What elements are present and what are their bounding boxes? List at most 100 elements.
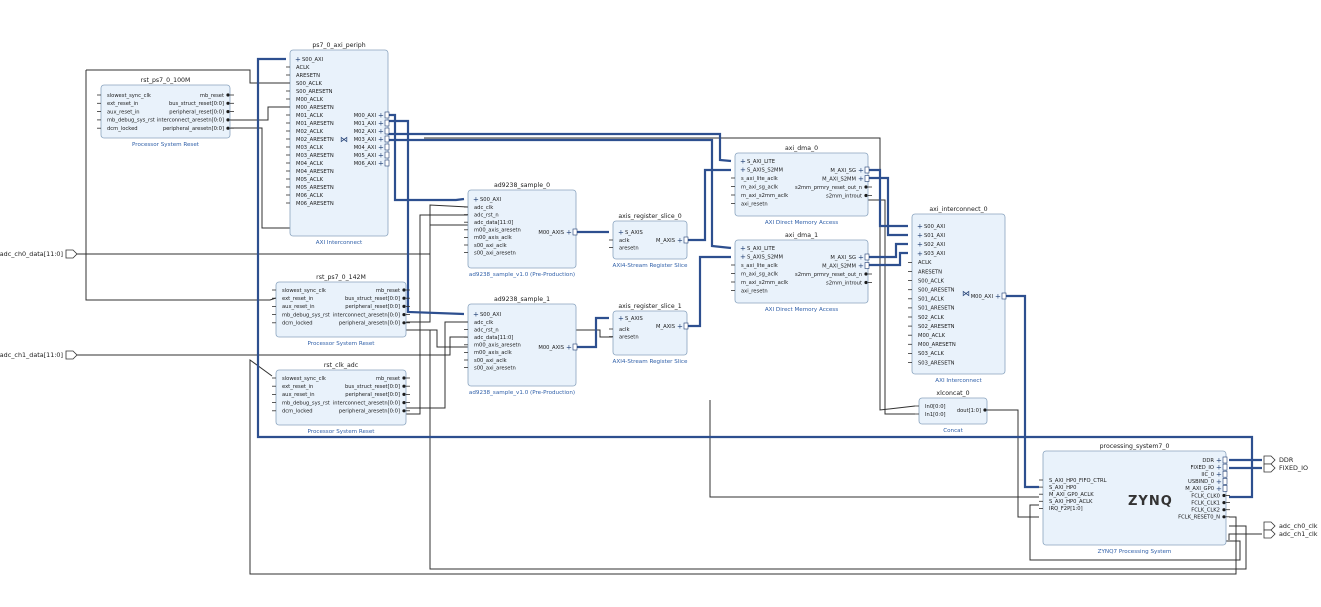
input-port-label: M04_ARESETN: [296, 169, 334, 175]
block-periph[interactable]: ps7_0_axi_periphAXI InterconnectS00_AXI+…: [286, 42, 390, 246]
input-port-label: ARESETN: [296, 73, 320, 79]
bus-plus-icon: +: [473, 311, 479, 319]
input-port-label: s_axi_lite_aclk: [741, 176, 778, 182]
bus-plus-icon: +: [566, 344, 572, 352]
bus-plus-icon: +: [473, 196, 479, 204]
block-subtitle: Processor System Reset: [308, 429, 376, 435]
input-port-label: S03_ARESETN: [918, 360, 955, 366]
input-port-label: ARESETN: [918, 269, 942, 275]
bus-plus-icon: +: [917, 232, 923, 240]
bus-plus-icon: +: [740, 253, 746, 261]
input-port-label: IRQ_F2P[1:0]: [1049, 506, 1083, 512]
bus-plus-icon: +: [917, 241, 923, 249]
output-port-label: bus_struct_reset[0:0]: [345, 384, 400, 390]
block-title: ad9238_sample_0: [494, 182, 550, 189]
input-port-label: m00_axis_aclk: [474, 350, 512, 356]
input-port-label: s00_axi_aresetn: [474, 250, 516, 256]
port-adc-ch0-clk[interactable]: adc_ch0_clk: [1263, 521, 1318, 531]
input-port-label: M00_ACLK: [296, 97, 324, 103]
input-port-label: s00_axi_aclk: [474, 243, 507, 249]
output-port-label: M01_AXI: [354, 121, 377, 127]
block-title: axi_dma_1: [785, 232, 818, 239]
input-port-label: aux_reset_in: [282, 392, 315, 398]
port-ddr[interactable]: DDR: [1263, 455, 1294, 465]
block-design-canvas[interactable]: rst_ps7_0_100M Processor System Reset slow…: [0, 0, 1321, 607]
input-port-label: ACLK: [918, 260, 932, 266]
input-port-label: adc_clk: [474, 205, 493, 211]
port-adc-ch0-data[interactable]: adc_ch0_data[11:0]: [0, 249, 78, 259]
input-port-label: ext_reset_in: [107, 101, 138, 107]
input-port-label: M00_ARESETN: [296, 105, 334, 111]
block-ps[interactable]: processing_system7_0 ZYNQ7 Processing Sys…: [1039, 443, 1230, 555]
input-port-label: m00_axis_aresetn: [474, 228, 521, 234]
output-port-label: s2mm_introut: [826, 193, 862, 199]
input-port-label: m_axi_s2mm_aclk: [741, 193, 788, 199]
input-port-label: M02_ARESETN: [296, 137, 334, 143]
input-port-label: S00_ARESETN: [296, 89, 333, 95]
bus-plus-icon: +: [378, 120, 384, 128]
block-concat[interactable]: xlconcat_0 Concat In0[0:0] In1[0:0] dout[1:0…: [915, 390, 991, 434]
output-port-label: interconnect_aresetn[0:0]: [333, 312, 400, 318]
bus-plus-icon: +: [917, 250, 923, 258]
block-rst100[interactable]: rst_ps7_0_100M Processor System Reset slow…: [97, 77, 234, 148]
input-port-label: axi_resetn: [741, 201, 768, 207]
input-port-label: M_AXI_GP0_ACLK: [1049, 492, 1094, 498]
port-label: adc_ch0_data[11:0]: [0, 250, 63, 258]
block-subtitle: AXI Interconnect: [935, 378, 982, 384]
output-port-label: FIXED_IO: [1190, 465, 1214, 471]
block-slice0[interactable]: axis_register_slice_0 AXI4-Stream Registe…: [609, 213, 689, 269]
block-slice1[interactable]: axis_register_slice_1 AXI4-Stream Registe…: [609, 303, 689, 365]
block-sample1[interactable]: ad9238_sample_1 ad9238_sample_v1.0 (Pre-P…: [464, 296, 578, 396]
block-rstadc[interactable]: rst_clk_adc Processor System Reset slowest…: [272, 362, 410, 435]
input-port-label: m_axi_s2mm_aclk: [741, 280, 788, 286]
input-port-label: slowest_sync_clk: [107, 93, 151, 99]
output-port-label: M_AXI_S2MM: [822, 176, 856, 182]
crossbar-icon: ⋈: [340, 135, 348, 144]
input-port-label: M01_ACLK: [296, 113, 324, 119]
input-port-label: aclk: [619, 327, 629, 333]
block-title: rst_ps7_0_142M: [316, 274, 366, 281]
input-port-label: slowest_sync_clk: [282, 376, 326, 382]
input-port-label: ext_reset_in: [282, 384, 313, 390]
port-adc-ch1-data[interactable]: adc_ch1_data[11:0]: [0, 350, 78, 360]
port-label: adc_ch0_clk: [1279, 522, 1318, 530]
output-port-label: DDR: [1202, 458, 1214, 464]
port-fixed-io[interactable]: FIXED_IO: [1263, 463, 1308, 473]
bus-plus-icon: +: [378, 144, 384, 152]
input-port-label: adc_rst_n: [474, 212, 499, 218]
bus-plus-icon: +: [566, 229, 572, 237]
input-port-label: M03_ARESETN: [296, 153, 334, 159]
block-ic0[interactable]: axi_interconnect_0 AXI Interconnect S00_AX…: [908, 206, 1007, 384]
output-port-label: M02_AXI: [354, 129, 377, 135]
bus-plus-icon: +: [858, 262, 864, 270]
input-port-label: mb_debug_sys_rst: [282, 312, 330, 318]
block-title: axis_register_slice_0: [618, 213, 681, 220]
block-subtitle: Processor System Reset: [308, 341, 376, 347]
input-port-label: M05_ARESETN: [296, 185, 334, 191]
output-port-label: mb_reset: [376, 376, 400, 382]
block-dma1[interactable]: axi_dma_1 AXI Direct Memory Access S_AXI_L…: [731, 232, 872, 313]
input-port-label: S00_ARESETN: [918, 288, 955, 294]
bus-port-label: S00_AXI: [480, 197, 502, 203]
block-dma0[interactable]: axi_dma_0 AXI Direct Memory Access S_AXI_L…: [731, 145, 872, 226]
input-port-label: S01_ACLK: [918, 297, 944, 303]
block-rst142[interactable]: rst_ps7_0_142M Processor System Reset slow…: [272, 274, 410, 347]
input-port-label: ext_reset_in: [282, 296, 313, 302]
bus-plus-icon: +: [618, 315, 624, 323]
block-title: rst_clk_adc: [324, 362, 359, 369]
input-port-label: adc_clk: [474, 320, 493, 326]
bus-plus-icon: +: [917, 223, 923, 231]
block-title: axis_register_slice_1: [618, 303, 681, 310]
block-sample0[interactable]: ad9238_sample_0 ad9238_sample_v1.0 (Pre-P…: [464, 182, 578, 278]
port-adc-ch1-clk[interactable]: adc_ch1_clk: [1263, 529, 1318, 539]
output-port-label: mb_reset: [200, 93, 224, 99]
block-title: ps7_0_axi_periph: [312, 42, 365, 49]
input-port-label: M06_ARESETN: [296, 201, 334, 207]
input-port-label: adc_data[11:0]: [474, 220, 513, 226]
output-port-label: M_AXI_SG: [830, 255, 856, 261]
ip-blocks: rst_ps7_0_100M Processor System Reset slow…: [97, 42, 1230, 555]
output-port-label: IIC_0: [1201, 472, 1214, 478]
output-port-label: M05_AXI: [354, 153, 377, 159]
port-label: FIXED_IO: [1279, 464, 1308, 472]
input-port-label: mb_debug_sys_rst: [107, 118, 155, 124]
